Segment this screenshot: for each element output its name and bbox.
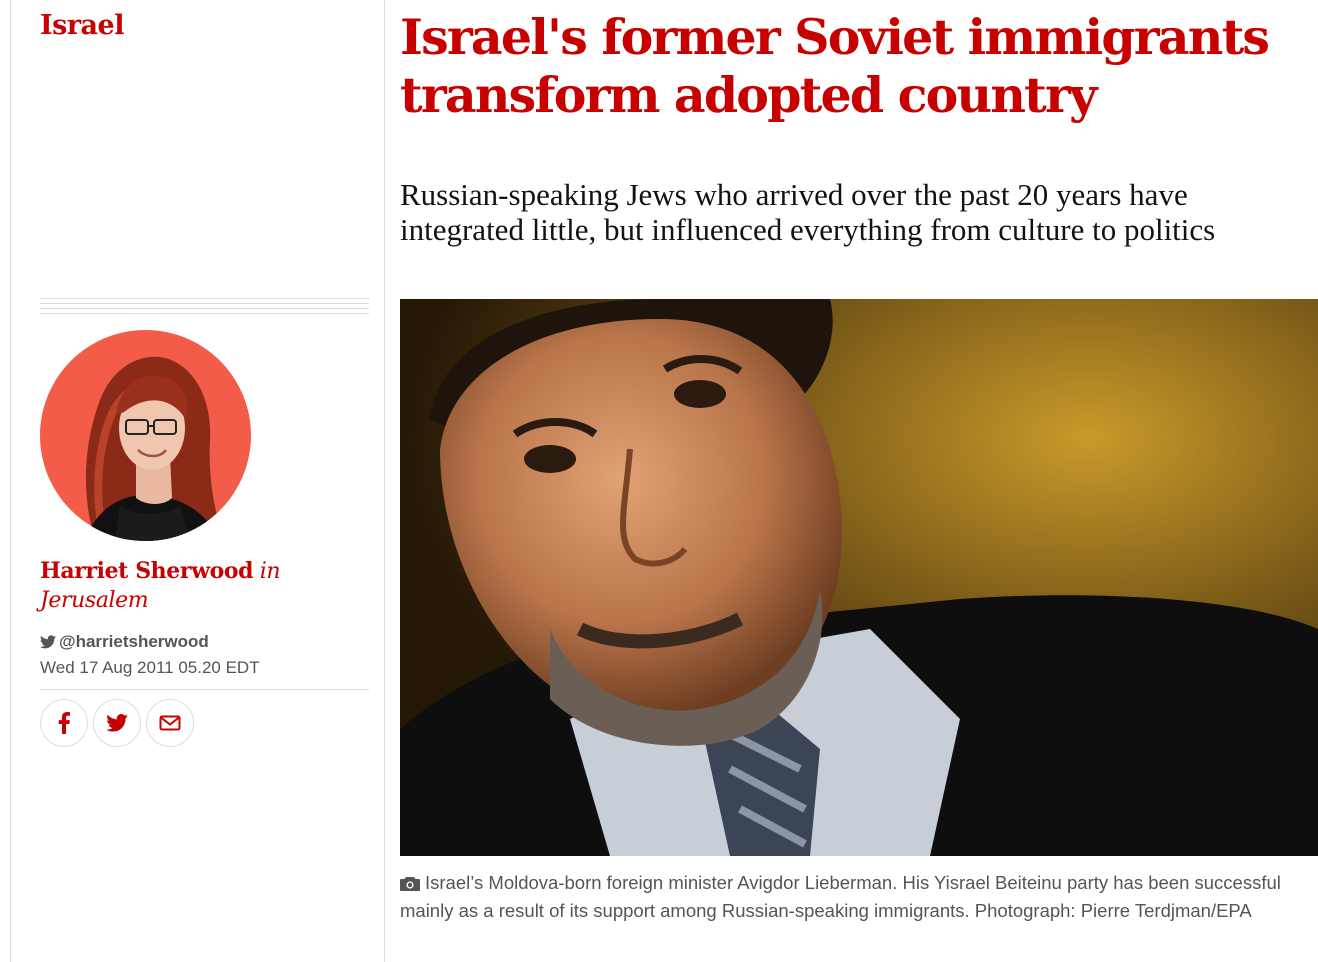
share-buttons bbox=[40, 699, 194, 747]
section-link[interactable]: Israel bbox=[40, 10, 125, 41]
email-icon bbox=[159, 715, 181, 731]
article-page: Israel Harriet Sherwood in Jerusalem @ha… bbox=[0, 0, 1318, 962]
share-divider bbox=[40, 689, 369, 690]
author-twitter-link[interactable]: @harrietsherwood bbox=[40, 632, 209, 652]
twitter-handle: @harrietsherwood bbox=[59, 632, 209, 651]
caption-text: Israel’s Moldova-born foreign minister A… bbox=[400, 872, 1281, 921]
share-twitter-button[interactable] bbox=[93, 699, 141, 747]
share-facebook-button[interactable] bbox=[40, 699, 88, 747]
left-divider bbox=[10, 0, 11, 962]
camera-icon bbox=[400, 877, 420, 891]
byline: Harriet Sherwood in Jerusalem bbox=[40, 557, 360, 615]
twitter-icon bbox=[106, 714, 128, 732]
photo-caption: Israel’s Moldova-born foreign minister A… bbox=[400, 869, 1310, 925]
publication-date: Wed 17 Aug 2011 05.20 EDT bbox=[40, 658, 260, 677]
twitter-icon bbox=[40, 635, 56, 649]
article-headline: Israel's former Soviet immigrants transf… bbox=[400, 8, 1270, 124]
main-photo bbox=[400, 299, 1318, 856]
share-email-button[interactable] bbox=[146, 699, 194, 747]
author-name-link[interactable]: Harriet Sherwood bbox=[40, 558, 254, 584]
column-divider bbox=[384, 0, 385, 962]
author-avatar bbox=[40, 330, 251, 541]
meta-rules bbox=[40, 298, 369, 318]
article-standfirst: Russian-speaking Jews who arrived over t… bbox=[400, 177, 1216, 247]
facebook-icon bbox=[58, 712, 70, 734]
